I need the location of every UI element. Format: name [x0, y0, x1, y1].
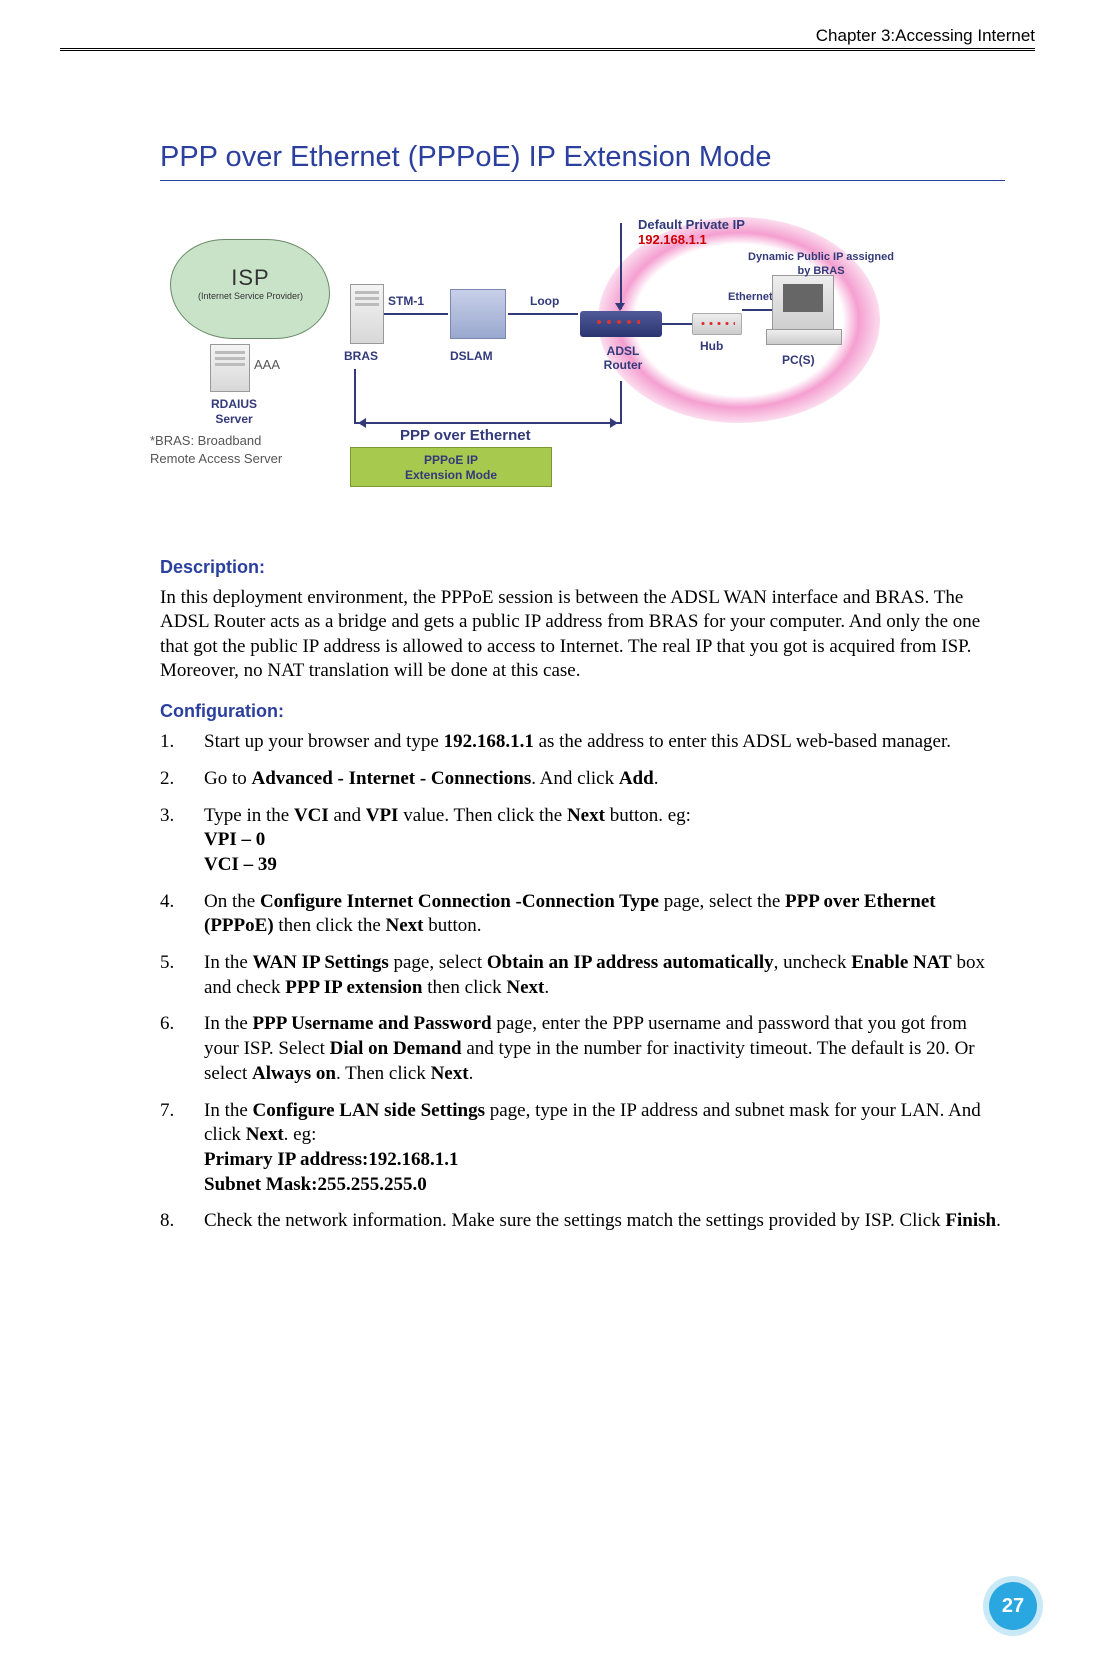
description-heading: Description:: [160, 557, 1005, 578]
hub-label: Hub: [700, 339, 723, 353]
bras-icon: [350, 284, 384, 344]
configuration-heading: Configuration:: [160, 701, 1005, 722]
bras-label: BRAS: [344, 349, 378, 363]
isp-text: ISP: [178, 265, 323, 291]
default-ip-arrowhead: [615, 303, 625, 316]
step-number: 4.: [160, 890, 174, 915]
pc-base-icon: [766, 329, 842, 345]
default-ip-value: 192.168.1.1: [638, 232, 707, 247]
step-number: 7.: [160, 1099, 174, 1124]
chapter-header: Chapter 3:Accessing Internet: [60, 26, 1035, 46]
pcs-label: PC(S): [782, 353, 815, 367]
step-text: Go to Advanced - Internet - Connections.…: [204, 768, 658, 789]
description-body: In this deployment environment, the PPPo…: [160, 586, 1005, 683]
page-title: PPP over Ethernet (PPPoE) IP Extension M…: [160, 141, 1005, 181]
isp-label: ISP (Internet Service Provider): [178, 265, 323, 301]
ppp-bracket-left: [354, 369, 356, 423]
step-item: 6. In the PPP Username and Password page,…: [160, 1012, 1005, 1086]
default-ip-label: Default Private IP 192.168.1.1: [638, 217, 745, 247]
bras-footnote: *BRAS: Broadband Remote Access Server: [150, 432, 282, 467]
step-item: 8. Check the network information. Make su…: [160, 1209, 1005, 1234]
step-item: 4. On the Configure Internet Connection -…: [160, 890, 1005, 939]
hub-icon: [692, 313, 742, 335]
isp-subtext: (Internet Service Provider): [178, 291, 323, 301]
step-item: 3. Type in the VCI and VPI value. Then cl…: [160, 804, 1005, 878]
step-number: 8.: [160, 1209, 174, 1234]
dynamic-ip-label: Dynamic Public IP assigned by BRAS: [746, 251, 896, 279]
hub-pc-link: [742, 309, 772, 311]
step-item: 5. In the WAN IP Settings page, select Ob…: [160, 951, 1005, 1000]
step-number: 6.: [160, 1012, 174, 1037]
network-diagram: ISP (Internet Service Provider) AAA RDAI…: [160, 209, 1005, 539]
stm1-link: [384, 313, 448, 315]
step-text: In the PPP Username and Password page, e…: [204, 1013, 975, 1083]
rdaius-label: RDAIUS Server: [194, 397, 274, 427]
step-text: In the Configure LAN side Settings page,…: [204, 1100, 981, 1195]
adsl-router-label: ADSL Router: [588, 344, 658, 373]
loop-link: [508, 313, 578, 315]
stm1-label: STM-1: [388, 294, 424, 308]
step-text: Start up your browser and type 192.168.1…: [204, 731, 951, 752]
pppoe-mode-text: PPPoE IP Extension Mode: [405, 453, 497, 482]
step-text: Type in the VCI and VPI value. Then clic…: [204, 805, 691, 875]
step-number: 1.: [160, 730, 174, 755]
step-number: 2.: [160, 767, 174, 792]
step-text: Check the network information. Make sure…: [204, 1210, 1001, 1231]
ethernet-label: Ethernet: [728, 291, 773, 303]
ppp-bracket-bottom: [354, 422, 622, 424]
pppoe-mode-box: PPPoE IP Extension Mode: [350, 447, 552, 487]
configuration-steps: 1. Start up your browser and type 192.168…: [160, 730, 1005, 1234]
step-item: 1. Start up your browser and type 192.168…: [160, 730, 1005, 755]
dslam-label: DSLAM: [450, 349, 493, 363]
dslam-icon: [450, 289, 506, 339]
header-rule: [60, 48, 1035, 51]
step-item: 7. In the Configure LAN side Settings pag…: [160, 1099, 1005, 1198]
ppp-bracket-right: [620, 381, 622, 423]
default-ip-leader: [620, 223, 622, 309]
loop-label: Loop: [530, 294, 559, 308]
aaa-label: AAA: [254, 357, 280, 372]
router-hub-link: [662, 323, 692, 325]
page-number: 27: [989, 1582, 1037, 1630]
ppp-label: PPP over Ethernet: [400, 427, 531, 444]
step-number: 3.: [160, 804, 174, 829]
rdaius-server-icon: [210, 344, 250, 392]
default-ip-text: Default Private IP: [638, 217, 745, 232]
pc-icon: [772, 275, 834, 333]
step-text: In the WAN IP Settings page, select Obta…: [204, 952, 985, 998]
step-text: On the Configure Internet Connection -Co…: [204, 891, 936, 937]
step-item: 2. Go to Advanced - Internet - Connection…: [160, 767, 1005, 792]
step-number: 5.: [160, 951, 174, 976]
